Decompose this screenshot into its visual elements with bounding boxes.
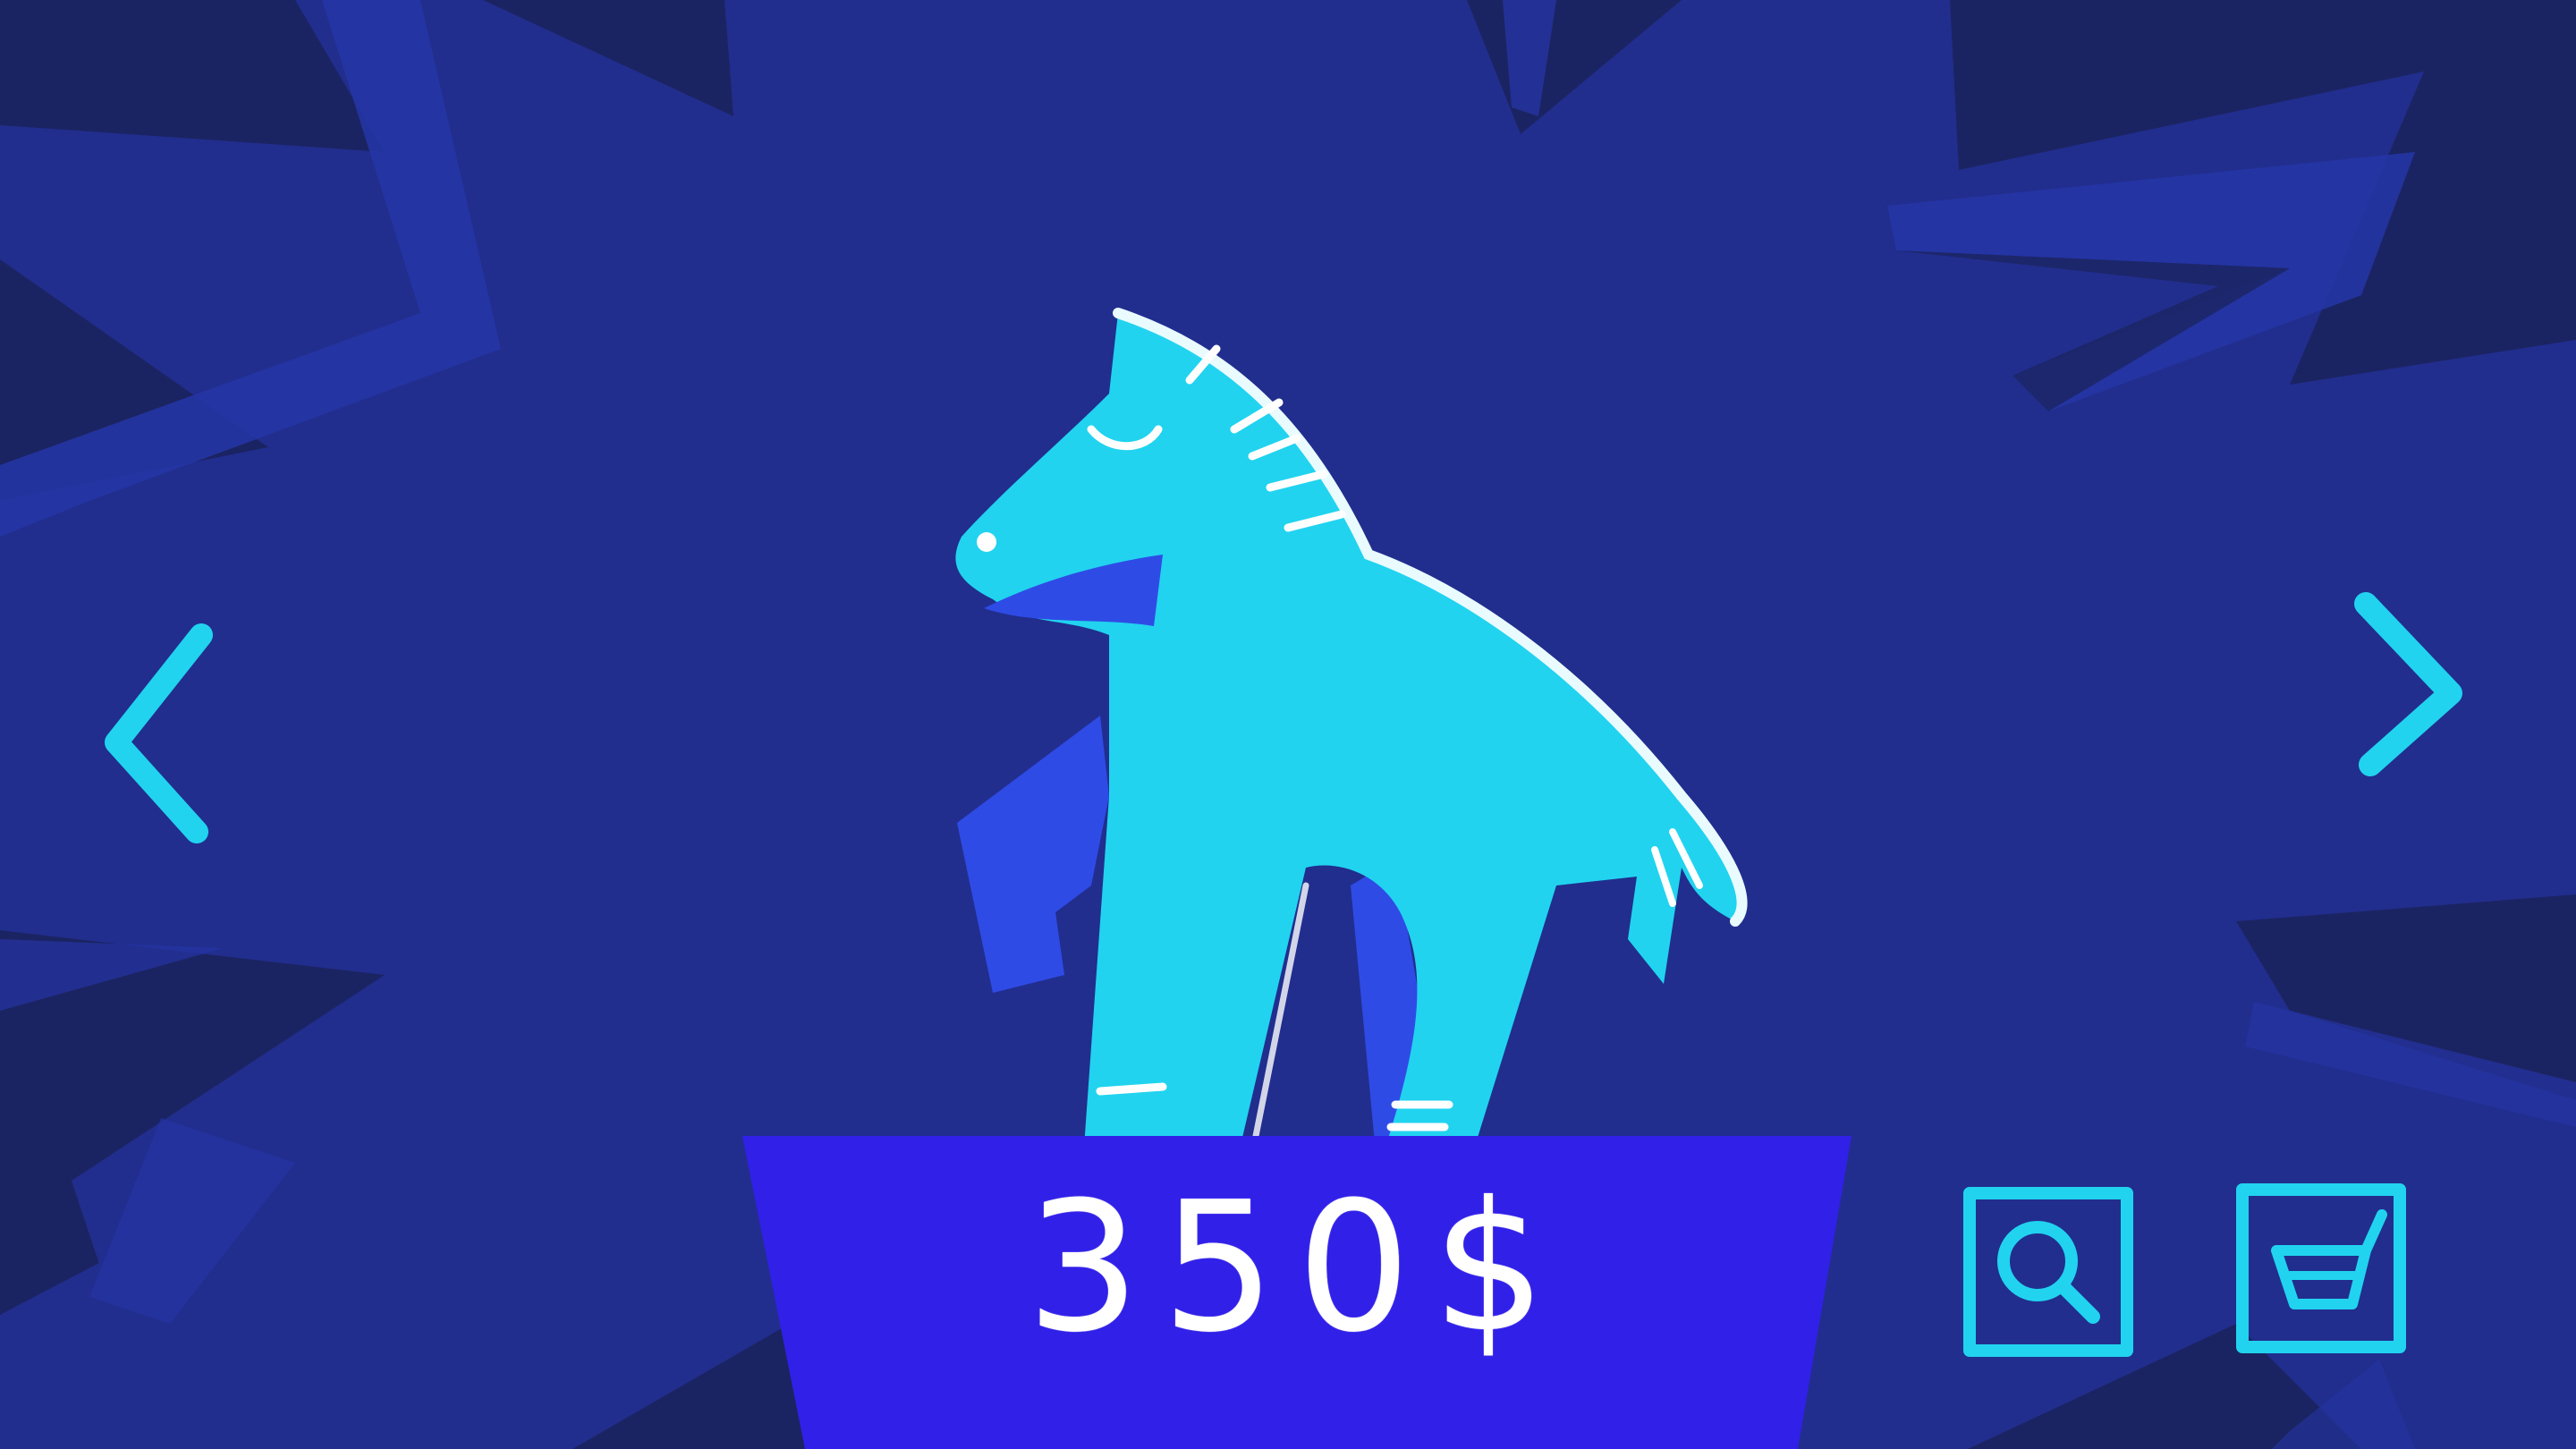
previous-arrow-button[interactable] — [89, 617, 224, 850]
chevron-right-icon — [2354, 592, 2462, 776]
next-arrow-button[interactable] — [2334, 581, 2469, 796]
basket-icon — [2236, 1183, 2406, 1353]
add-to-cart-button[interactable] — [2232, 1179, 2411, 1358]
chevron-left-icon — [105, 623, 213, 843]
product-image[interactable] — [930, 295, 1762, 1172]
horse-figure-icon — [955, 308, 1748, 1172]
search-icon — [1963, 1187, 2133, 1357]
search-button[interactable] — [1959, 1182, 2138, 1361]
product-showcase-screen: 350$ — [0, 0, 2576, 1449]
price-tag: 350$ — [742, 1136, 1852, 1449]
price-label: 350$ — [1026, 1164, 1568, 1372]
